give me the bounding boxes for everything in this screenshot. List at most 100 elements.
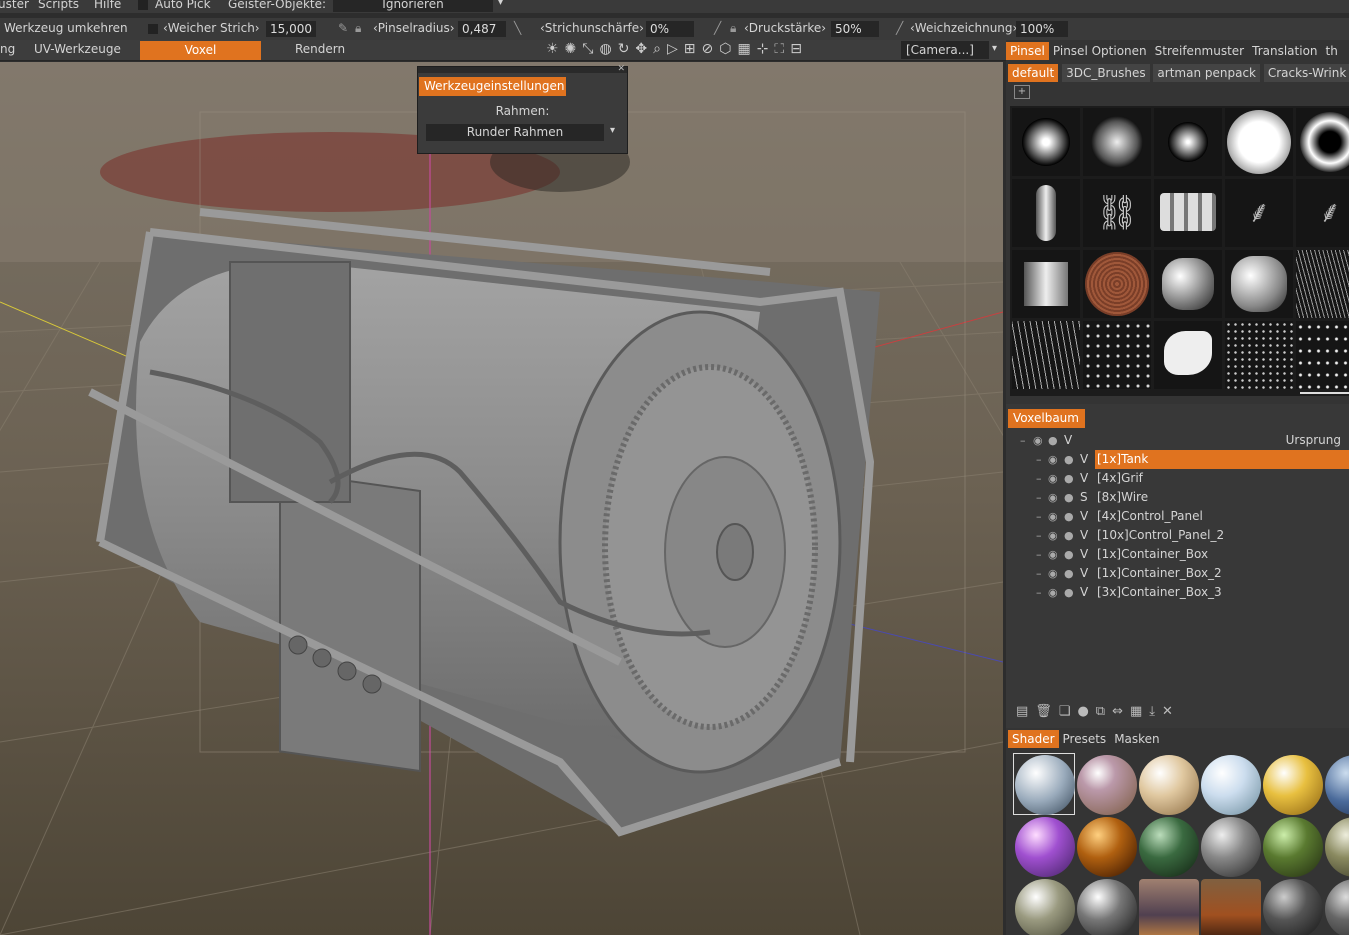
pressure-label[interactable]: ‹Druckstärke› [744,21,826,35]
ghost-icon[interactable]: ● [1064,507,1074,526]
panel-drag-handle[interactable] [418,67,627,73]
tab-brush[interactable]: Pinsel [1006,42,1049,60]
stroke-sharpness-label[interactable]: ‹Strichunschärfe› [540,21,644,35]
eye-icon[interactable]: ◉ [1048,507,1058,526]
eye-icon[interactable]: ◉ [1048,469,1058,488]
room-tab-partial[interactable]: ng [0,42,15,56]
brush-thumb[interactable] [1296,250,1349,318]
shader-ball[interactable] [1077,879,1137,935]
brush-thumb[interactable] [1296,108,1349,176]
eye-icon[interactable]: ◉ [1048,583,1058,602]
pack-artman-penpack[interactable]: artman penpack [1153,64,1260,82]
brush-thumb[interactable] [1154,179,1222,247]
collapse-icon[interactable]: – [1036,507,1042,526]
brush-thumb[interactable] [1225,321,1293,389]
tree-item-label[interactable]: [10x]Control_Panel_2 [1097,526,1224,545]
frame-select[interactable]: Runder Rahmen [426,124,604,141]
shader-ball[interactable] [1201,879,1261,935]
brush-thumb[interactable]: ⸙ [1296,179,1349,247]
shader-ball[interactable] [1139,879,1199,935]
tree-item-label[interactable]: [1x]Tank [1095,450,1349,469]
ghost-objects-select[interactable]: Ignorieren [333,0,493,12]
voxel-tree-toolbar-icons[interactable]: ▤🗑︎❏●⧉⇔▦⤓✕ [1016,704,1180,719]
menu-item-hilfe[interactable]: Hilfe [94,0,121,11]
chevron-down-icon-frame[interactable]: ▾ [610,125,615,136]
close-icon[interactable]: ✕ [617,64,625,74]
invert-tool-label[interactable]: Werkzeug umkehren [4,21,128,35]
shader-ball[interactable] [1139,755,1199,815]
tree-row[interactable]: – ◉ ● V [10x]Control_Panel_2 [1006,526,1349,545]
tree-item-label[interactable]: [1x]Container_Box [1097,545,1208,564]
3d-viewport[interactable]: ✕ Werkzeugeinstellungen Rahmen: Runder R… [0,62,1003,935]
shader-ball[interactable] [1325,755,1349,815]
tree-row[interactable]: – ◉ ● V [3x]Container_Box_3 [1006,583,1349,602]
shader-ball[interactable] [1015,755,1075,815]
voxel-tree-title[interactable]: Voxelbaum [1008,409,1085,428]
shader-ball[interactable] [1263,755,1323,815]
tree-row[interactable]: – ◉ ● V [1x]Container_Box [1006,545,1349,564]
collapse-icon[interactable]: – [1036,583,1042,602]
lock-icon[interactable]: 🔒︎ [355,21,361,36]
room-tab-uv-tools[interactable]: UV-Werkzeuge [34,42,121,56]
ghost-icon[interactable]: ● [1064,450,1074,469]
auto-pick-checkbox[interactable] [138,0,148,10]
brush-thumb[interactable] [1225,250,1293,318]
ghost-icon[interactable]: ● [1064,488,1074,507]
chevron-down-icon[interactable]: ▾ [498,0,503,8]
tree-root-label[interactable]: Ursprung [1286,431,1341,450]
soft-stroke-label[interactable]: ‹Weicher Strich› [163,21,260,35]
brush-thumb[interactable]: ⸙ [1225,179,1293,247]
brush-thumb[interactable] [1083,108,1151,176]
smoothing-value[interactable]: 100% [1016,21,1068,37]
ghost-icon[interactable]: ● [1064,583,1074,602]
shader-ball[interactable] [1077,817,1137,877]
tab-partial[interactable]: th [1322,42,1342,60]
ghost-icon[interactable]: ● [1048,431,1058,450]
tree-item-label[interactable]: [1x]Container_Box_2 [1097,564,1222,583]
shader-ball[interactable] [1015,817,1075,877]
brush-thumb[interactable] [1012,250,1080,318]
menu-item-muster[interactable]: uster [0,0,29,11]
eye-icon[interactable]: ◉ [1048,526,1058,545]
shader-ball[interactable] [1077,755,1137,815]
ghost-icon[interactable]: ● [1064,545,1074,564]
eye-icon[interactable]: ◉ [1048,545,1058,564]
brush-thumb[interactable] [1012,321,1080,389]
shader-ball[interactable] [1263,879,1323,935]
tree-root-row[interactable]: – ◉ ● V Ursprung [1006,431,1349,450]
brush-radius-label[interactable]: ‹Pinselradius› [373,21,455,35]
soft-stroke-checkbox[interactable] [148,24,158,34]
collapse-icon[interactable]: – [1036,545,1042,564]
shader-ball[interactable] [1139,817,1199,877]
brush-thumb[interactable] [1012,179,1080,247]
room-tab-render[interactable]: Rendern [295,42,345,56]
collapse-icon[interactable]: – [1036,469,1042,488]
tool-settings-title[interactable]: Werkzeugeinstellungen [419,77,566,96]
tab-presets[interactable]: Presets [1059,730,1111,748]
menu-item-scripts[interactable]: Scripts [38,0,79,11]
brush-thumb[interactable] [1083,321,1151,389]
shader-ball[interactable] [1325,817,1349,877]
stroke-sharpness-value[interactable]: 0% [646,21,694,37]
brush-thumb[interactable] [1296,321,1349,389]
brush-thumb[interactable] [1154,321,1222,389]
shader-ball[interactable] [1201,817,1261,877]
eye-icon[interactable]: ◉ [1048,564,1058,583]
smoothing-label[interactable]: ‹Weichzeichnung› [910,21,1017,35]
tab-translation[interactable]: Translation [1248,42,1321,60]
shader-ball[interactable] [1015,879,1075,935]
shader-ball[interactable] [1263,817,1323,877]
camera-select[interactable]: [Camera...] [901,41,989,59]
pack-default[interactable]: default [1008,64,1059,82]
pack-cracks-wrinkles[interactable]: Cracks-Wrink [1263,64,1349,82]
shader-ball[interactable] [1325,879,1349,935]
lock-icon-2[interactable]: 🔒︎ [730,21,736,36]
eye-icon[interactable]: ◉ [1048,488,1058,507]
brush-thumb[interactable] [1154,250,1222,318]
tree-row[interactable]: – ◉ ● V [4x]Control_Panel [1006,507,1349,526]
brush-thumb[interactable] [1012,108,1080,176]
chevron-down-icon-camera[interactable]: ▾ [992,43,997,54]
pack-3dc-brushes[interactable]: 3DC_Brushes [1062,64,1150,82]
brush-thumb[interactable] [1225,108,1293,176]
ghost-icon[interactable]: ● [1064,564,1074,583]
